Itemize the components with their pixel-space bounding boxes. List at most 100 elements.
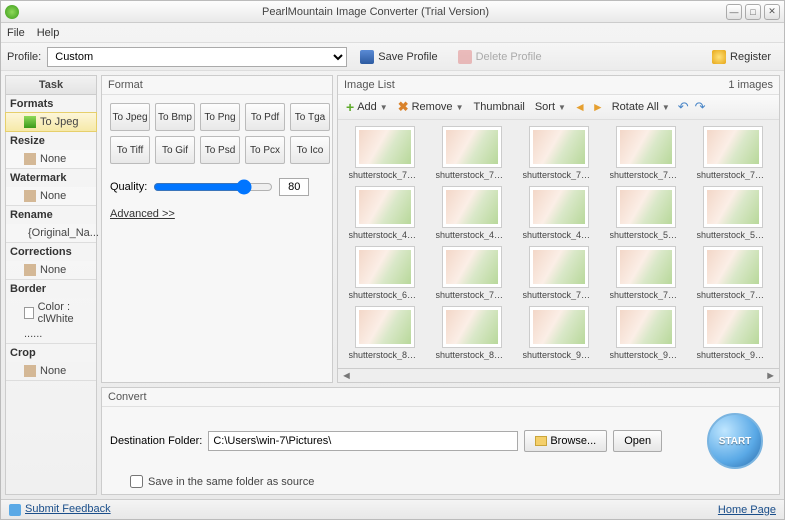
resize-icon: [24, 153, 36, 165]
thumbnail-image: [616, 246, 676, 288]
task-watermark-head[interactable]: Watermark: [6, 169, 96, 187]
task-corrections-head[interactable]: Corrections: [6, 243, 96, 261]
chevron-down-icon: ▼: [456, 103, 464, 112]
thumbnail-item[interactable]: shutterstock_936135...: [518, 306, 599, 360]
menubar: File Help: [1, 23, 784, 43]
chevron-down-icon: ▼: [380, 103, 388, 112]
thumbnail-image: [355, 186, 415, 228]
register-button[interactable]: Register: [705, 47, 778, 67]
thumbnail-item[interactable]: shutterstock_556300...: [692, 186, 773, 240]
task-corrections-sub[interactable]: None: [6, 261, 96, 279]
thumbnail-caption: shutterstock_831991...: [436, 350, 508, 360]
format-button-to-jpeg[interactable]: To Jpeg: [110, 103, 150, 131]
minimize-button[interactable]: —: [726, 4, 742, 20]
maximize-button[interactable]: □: [745, 4, 761, 20]
thumbnail-caption: shutterstock_448250...: [436, 230, 508, 240]
image-list-toolbar: +Add▼ ✖Remove▼ Thumbnail Sort▼ ◄ ► Rotat…: [338, 95, 779, 120]
thumbnail-image: [616, 126, 676, 168]
submit-feedback-link[interactable]: Submit Feedback: [25, 503, 111, 515]
remove-button[interactable]: ✖Remove▼: [396, 99, 466, 115]
browse-button[interactable]: Browse...: [524, 430, 607, 452]
rotate-left-icon[interactable]: ↶: [678, 99, 689, 115]
thumbnail-caption: shutterstock_703417...: [523, 290, 595, 300]
format-panel: Format To JpegTo BmpTo PngTo PdfTo TgaTo…: [101, 75, 333, 383]
thumbnail-item[interactable]: shutterstock_721931...: [605, 246, 686, 300]
task-resize-sub[interactable]: None: [6, 150, 96, 168]
thumbnail-item[interactable]: shutterstock_759873...: [692, 126, 773, 180]
convert-panel: Convert Destination Folder: Browse... Op…: [101, 387, 780, 495]
menu-file[interactable]: File: [7, 27, 25, 39]
key-icon: [712, 50, 726, 64]
thumbnail-item[interactable]: shutterstock_523223...: [605, 186, 686, 240]
thumbnail-image: [703, 246, 763, 288]
plus-icon: +: [346, 99, 354, 115]
rotate-right-icon[interactable]: ↷: [695, 99, 706, 115]
thumbnail-area[interactable]: shutterstock_759872...shutterstock_75987…: [338, 120, 779, 368]
thumbnail-item[interactable]: shutterstock_448250...: [431, 186, 512, 240]
thumbnail-item[interactable]: shutterstock_448250...: [344, 186, 425, 240]
horizontal-scrollbar[interactable]: ◄►: [338, 368, 779, 382]
format-button-to-pdf[interactable]: To Pdf: [245, 103, 285, 131]
dest-label: Destination Folder:: [110, 435, 202, 447]
thumbnail-image: [703, 126, 763, 168]
task-rename-head[interactable]: Rename: [6, 206, 96, 224]
advanced-link[interactable]: Advanced >>: [102, 202, 332, 226]
thumbnail-item[interactable]: shutterstock_759873...: [605, 126, 686, 180]
home-page-link[interactable]: Home Page: [718, 504, 776, 516]
profile-label: Profile:: [7, 51, 41, 63]
menu-help[interactable]: Help: [37, 27, 60, 39]
thumbnail-item[interactable]: shutterstock_956765...: [692, 306, 773, 360]
profile-select[interactable]: Custom: [47, 47, 347, 67]
rotate-all-button[interactable]: Rotate All▼: [610, 101, 672, 113]
save-icon: [360, 50, 374, 64]
task-crop-sub[interactable]: None: [6, 362, 96, 380]
task-border-sub[interactable]: Color : clWhite: [6, 298, 96, 328]
format-button-to-png[interactable]: To Png: [200, 103, 240, 131]
format-button-to-bmp[interactable]: To Bmp: [155, 103, 195, 131]
thumbnail-item[interactable]: shutterstock_805047...: [344, 306, 425, 360]
format-icon: [24, 116, 36, 128]
titlebar: PearlMountain Image Converter (Trial Ver…: [1, 1, 784, 23]
format-button-to-tga[interactable]: To Tga: [290, 103, 330, 131]
task-watermark-sub[interactable]: None: [6, 187, 96, 205]
thumbnail-item[interactable]: shutterstock_759873...: [431, 126, 512, 180]
app-icon: [5, 5, 19, 19]
next-button[interactable]: ►: [592, 100, 604, 114]
same-folder-checkbox[interactable]: [130, 475, 143, 488]
task-rename-sub[interactable]: {Original_Na...: [6, 224, 96, 242]
thumbnail-item[interactable]: shutterstock_937638...: [605, 306, 686, 360]
prev-button[interactable]: ◄: [574, 100, 586, 114]
thumbnail-item[interactable]: shutterstock_831991...: [431, 306, 512, 360]
thumbnail-item[interactable]: shutterstock_703417...: [518, 246, 599, 300]
dest-folder-input[interactable]: [208, 431, 518, 451]
save-profile-button[interactable]: Save Profile: [353, 47, 444, 67]
format-button-to-psd[interactable]: To Psd: [200, 136, 240, 164]
format-button-to-gif[interactable]: To Gif: [155, 136, 195, 164]
open-button[interactable]: Open: [613, 430, 662, 452]
task-formats-sub[interactable]: To Jpeg: [5, 112, 97, 132]
task-crop-head[interactable]: Crop: [6, 344, 96, 362]
format-button-to-tiff[interactable]: To Tiff: [110, 136, 150, 164]
task-resize-head[interactable]: Resize: [6, 132, 96, 150]
format-button-to-pcx[interactable]: To Pcx: [245, 136, 285, 164]
thumbnail-item[interactable]: shutterstock_759872...: [344, 126, 425, 180]
add-button[interactable]: +Add▼: [344, 99, 390, 115]
task-formats-head[interactable]: Formats: [6, 95, 96, 113]
thumbnail-item[interactable]: shutterstock_759873...: [692, 246, 773, 300]
task-border-head[interactable]: Border: [6, 280, 96, 298]
thumbnail-button[interactable]: Thumbnail: [471, 101, 526, 113]
thumbnail-image: [442, 246, 502, 288]
thumbnail-image: [529, 306, 589, 348]
sort-button[interactable]: Sort▼: [533, 101, 568, 113]
delete-profile-button[interactable]: Delete Profile: [451, 47, 549, 67]
thumbnail-item[interactable]: shutterstock_481159...: [518, 186, 599, 240]
format-button-to-ico[interactable]: To Ico: [290, 136, 330, 164]
thumbnail-item[interactable]: shutterstock_759873...: [518, 126, 599, 180]
thumbnail-item[interactable]: shutterstock_669008...: [344, 246, 425, 300]
close-button[interactable]: ✕: [764, 4, 780, 20]
thumbnail-item[interactable]: shutterstock_700510...: [431, 246, 512, 300]
quality-value[interactable]: [279, 178, 309, 196]
start-button[interactable]: START: [707, 413, 763, 469]
quality-slider[interactable]: [153, 179, 273, 195]
thumbnail-image: [529, 246, 589, 288]
